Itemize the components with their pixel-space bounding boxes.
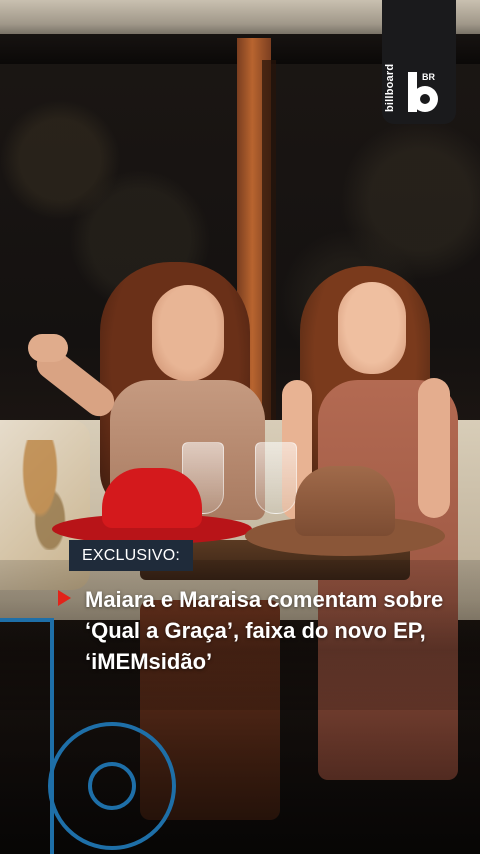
exclusive-label: EXCLUSIVO:: [69, 540, 194, 571]
logo-region: BR: [422, 72, 435, 82]
left-person-hand: [28, 334, 68, 362]
left-person-face: [152, 285, 224, 381]
right-person-face: [338, 282, 406, 374]
logo-wordmark: billboard: [384, 63, 396, 112]
play-triangle-icon: [58, 590, 71, 606]
headline: Maiara e Maraisa comentam sobre ‘Qual a …: [58, 584, 448, 677]
headline-text: Maiara e Maraisa comentam sobre ‘Qual a …: [85, 587, 444, 674]
